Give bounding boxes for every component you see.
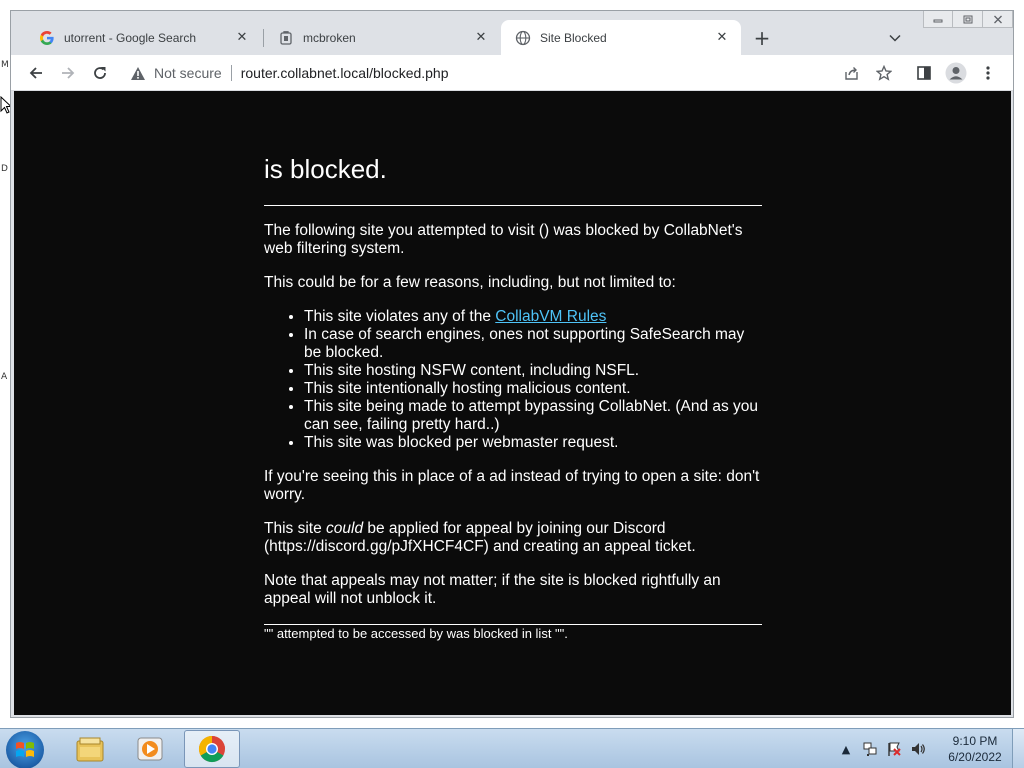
appeal-text: This site could be applied for appeal by…	[264, 520, 762, 556]
kebab-menu-icon[interactable]	[974, 59, 1002, 87]
ad-note: If you're seeing this in place of a ad i…	[264, 468, 760, 503]
clock-date: 6/20/2022	[948, 750, 1002, 764]
tab-search-chevron-icon[interactable]	[883, 26, 907, 50]
clock-time: 9:10 PM	[952, 734, 998, 748]
tab-title: Site Blocked	[540, 30, 607, 45]
warning-icon[interactable]	[129, 64, 147, 82]
tab-title: utorrent - Google Search	[64, 30, 197, 45]
url-text[interactable]: router.collabnet.local/blocked.php	[241, 65, 449, 81]
side-panel-icon[interactable]	[910, 59, 938, 87]
list-item: This site was blocked per webmaster requ…	[304, 434, 762, 452]
reasons-list: This site violates any of the CollabVM R…	[304, 308, 762, 452]
intro-text: The following site you attempted to visi…	[264, 222, 743, 257]
tab-google-search[interactable]: utorrent - Google Search ✕	[25, 20, 261, 55]
tab-close-icon[interactable]: ✕	[472, 29, 490, 47]
globe-icon	[515, 30, 531, 46]
taskbar: ▲ 9:10 PM 6/20/2022	[0, 728, 1024, 768]
omnibox[interactable]: Not secure router.collabnet.local/blocke…	[123, 59, 895, 87]
security-label[interactable]: Not secure	[154, 65, 222, 81]
desktop-glyph: D	[1, 164, 8, 174]
appeal-note: Note that appeals may not matter; if the…	[264, 572, 721, 607]
reload-icon[interactable]	[86, 59, 114, 87]
tab-strip: utorrent - Google Search ✕ mcbroken ✕ Si…	[11, 11, 1013, 55]
google-g-icon	[39, 30, 55, 46]
tab-close-icon[interactable]: ✕	[233, 29, 251, 47]
divider	[264, 205, 762, 206]
list-item: This site intentionally hosting maliciou…	[304, 380, 762, 398]
tab-close-icon[interactable]: ✕	[713, 29, 731, 47]
forward-arrow-icon[interactable]	[54, 59, 82, 87]
reasons-intro: This could be for a few reasons, includi…	[264, 274, 676, 291]
media-player-icon[interactable]	[122, 730, 178, 768]
tab-site-blocked[interactable]: Site Blocked ✕	[501, 20, 741, 55]
back-arrow-icon[interactable]	[22, 59, 50, 87]
explorer-icon[interactable]	[62, 730, 118, 768]
start-button[interactable]	[6, 731, 44, 768]
desktop-glyph: A	[1, 372, 8, 382]
tab-mcbroken[interactable]: mcbroken ✕	[264, 20, 500, 55]
footer-text: "" attempted to be accessed by was block…	[264, 626, 568, 641]
list-item: This site hosting NSFW content, includin…	[304, 362, 762, 380]
list-item: In case of search engines, ones not supp…	[304, 326, 762, 362]
collabvm-rules-link[interactable]: CollabVM Rules	[495, 308, 606, 325]
show-desktop-button[interactable]	[1012, 729, 1024, 768]
reason-text: This site violates any of the	[304, 308, 496, 325]
appeal-emphasis: could	[326, 520, 364, 537]
browser-toolbar: Not secure router.collabnet.local/blocke…	[11, 55, 1013, 91]
browser-window: utorrent - Google Search ✕ mcbroken ✕ Si…	[10, 10, 1014, 718]
list-item: This site violates any of the CollabVM R…	[304, 308, 762, 326]
show-hidden-icons-icon[interactable]: ▲	[838, 741, 854, 757]
chrome-icon[interactable]	[184, 730, 240, 768]
divider	[264, 624, 762, 625]
web-page: is blocked. The following site you attem…	[14, 91, 1011, 715]
appeal-prefix: This site	[264, 520, 327, 537]
windows-logo-icon	[16, 742, 34, 757]
action-center-flag-icon[interactable]	[886, 741, 902, 757]
new-tab-icon[interactable]: +	[750, 26, 774, 50]
tab-title: mcbroken	[303, 30, 356, 45]
profile-avatar-icon[interactable]	[942, 59, 970, 87]
omnibox-divider	[230, 65, 232, 81]
desktop-glyph: M	[1, 60, 9, 70]
network-icon[interactable]	[862, 741, 878, 757]
blocked-notice: is blocked. The following site you attem…	[264, 153, 762, 642]
list-item: This site being made to attempt bypassin…	[304, 398, 762, 434]
system-clock[interactable]: 9:10 PM 6/20/2022	[938, 733, 1012, 765]
page-title: is blocked.	[264, 154, 387, 184]
share-icon[interactable]	[838, 59, 866, 87]
volume-icon[interactable]	[910, 741, 926, 757]
bookmark-star-icon[interactable]	[870, 59, 898, 87]
page-icon	[278, 30, 294, 46]
system-tray: ▲	[838, 729, 926, 768]
